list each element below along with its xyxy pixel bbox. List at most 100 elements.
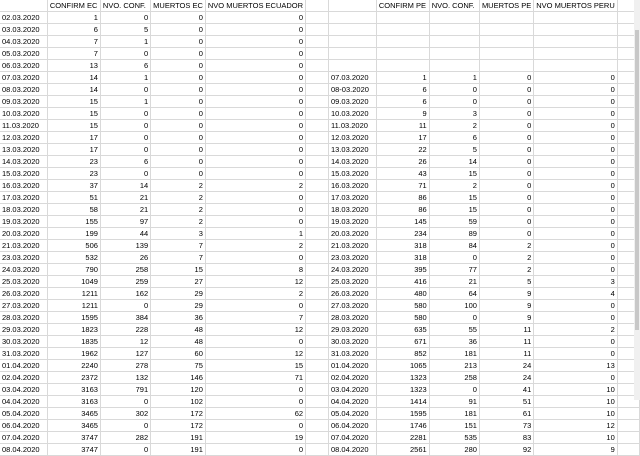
value-cell[interactable]: 15 xyxy=(429,191,480,204)
value-cell[interactable]: 0 xyxy=(100,143,152,156)
empty-cell[interactable] xyxy=(305,143,329,156)
value-cell[interactable]: 0 xyxy=(533,191,618,204)
value-cell[interactable]: 91 xyxy=(429,395,480,408)
value-cell[interactable]: 0 xyxy=(150,95,206,108)
value-cell[interactable]: 17 xyxy=(47,131,101,144)
value-cell[interactable]: 0 xyxy=(479,227,535,240)
value-cell[interactable]: 6 xyxy=(100,59,152,72)
value-cell[interactable]: 1595 xyxy=(47,311,101,324)
value-cell[interactable]: 0 xyxy=(205,143,307,156)
date-cell[interactable]: 01.04.2020 xyxy=(0,359,48,372)
value-cell[interactable]: 139 xyxy=(100,239,152,252)
value-cell[interactable]: 14 xyxy=(100,179,152,192)
value-cell[interactable]: 7 xyxy=(150,239,206,252)
header-cell[interactable]: MUERTOS PE xyxy=(479,0,535,12)
date-cell[interactable] xyxy=(328,59,377,72)
date-cell[interactable]: 24.03.2020 xyxy=(0,263,48,276)
empty-cell[interactable] xyxy=(305,215,329,228)
date-cell[interactable]: 05.03.2020 xyxy=(0,47,48,60)
value-cell[interactable]: 15 xyxy=(47,95,101,108)
date-cell[interactable]: 26.03.2020 xyxy=(328,287,377,300)
value-cell[interactable] xyxy=(533,11,618,24)
value-cell[interactable]: 1 xyxy=(47,11,101,24)
value-cell[interactable]: 9 xyxy=(479,299,535,312)
value-cell[interactable]: 0 xyxy=(429,383,480,396)
value-cell[interactable]: 61 xyxy=(479,407,535,420)
date-cell[interactable]: 19.03.2020 xyxy=(0,215,48,228)
value-cell[interactable]: 0 xyxy=(205,47,307,60)
value-cell[interactable] xyxy=(533,35,618,48)
value-cell[interactable]: 1595 xyxy=(376,407,430,420)
value-cell[interactable]: 92 xyxy=(479,443,535,456)
value-cell[interactable]: 2 xyxy=(150,191,206,204)
value-cell[interactable]: 14 xyxy=(429,155,480,168)
value-cell[interactable]: 15 xyxy=(205,359,307,372)
value-cell[interactable]: 2 xyxy=(150,215,206,228)
value-cell[interactable]: 0 xyxy=(205,131,307,144)
date-cell[interactable]: 21.03.2020 xyxy=(0,239,48,252)
date-cell[interactable]: 28.03.2020 xyxy=(328,311,377,324)
date-cell[interactable]: 07.03.2020 xyxy=(0,71,48,84)
value-cell[interactable]: 181 xyxy=(429,347,480,360)
value-cell[interactable]: 258 xyxy=(100,263,152,276)
value-cell[interactable]: 3465 xyxy=(47,419,101,432)
value-cell[interactable]: 12 xyxy=(100,335,152,348)
value-cell[interactable]: 10 xyxy=(533,395,618,408)
value-cell[interactable]: 318 xyxy=(376,239,430,252)
value-cell[interactable]: 6 xyxy=(376,95,430,108)
value-cell[interactable]: 36 xyxy=(150,311,206,324)
value-cell[interactable] xyxy=(429,11,480,24)
value-cell[interactable]: 0 xyxy=(205,167,307,180)
value-cell[interactable]: 100 xyxy=(429,299,480,312)
value-cell[interactable]: 228 xyxy=(100,323,152,336)
value-cell[interactable]: 0 xyxy=(150,35,206,48)
date-cell[interactable]: 07.04.2020 xyxy=(328,431,377,444)
value-cell[interactable]: 0 xyxy=(205,11,307,24)
value-cell[interactable]: 51 xyxy=(479,395,535,408)
value-cell[interactable]: 0 xyxy=(479,107,535,120)
value-cell[interactable]: 535 xyxy=(429,431,480,444)
value-cell[interactable] xyxy=(429,23,480,36)
value-cell[interactable]: 26 xyxy=(376,155,430,168)
header-cell[interactable]: MUERTOS EC xyxy=(150,0,206,12)
value-cell[interactable]: 259 xyxy=(100,275,152,288)
value-cell[interactable]: 0 xyxy=(100,167,152,180)
value-cell[interactable]: 29 xyxy=(150,287,206,300)
value-cell[interactable]: 0 xyxy=(100,107,152,120)
value-cell[interactable]: 1 xyxy=(429,71,480,84)
value-cell[interactable]: 3 xyxy=(533,275,618,288)
value-cell[interactable]: 62 xyxy=(205,407,307,420)
date-cell[interactable]: 31.03.2020 xyxy=(0,347,48,360)
empty-cell[interactable] xyxy=(305,383,329,396)
value-cell[interactable]: 1 xyxy=(376,71,430,84)
value-cell[interactable]: 0 xyxy=(479,119,535,132)
value-cell[interactable]: 23 xyxy=(47,155,101,168)
value-cell[interactable]: 280 xyxy=(429,443,480,456)
date-cell[interactable]: 06.04.2020 xyxy=(0,419,48,432)
date-cell[interactable]: 09.03.2020 xyxy=(328,95,377,108)
date-cell[interactable] xyxy=(328,23,377,36)
empty-cell[interactable] xyxy=(305,47,329,60)
value-cell[interactable]: 506 xyxy=(47,239,101,252)
value-cell[interactable]: 17 xyxy=(47,143,101,156)
value-cell[interactable]: 318 xyxy=(376,251,430,264)
empty-cell[interactable] xyxy=(305,167,329,180)
date-cell[interactable]: 05.04.2020 xyxy=(0,407,48,420)
empty-cell[interactable] xyxy=(305,95,329,108)
value-cell[interactable]: 0 xyxy=(533,335,618,348)
value-cell[interactable]: 36 xyxy=(429,335,480,348)
value-cell[interactable]: 0 xyxy=(150,131,206,144)
empty-cell[interactable] xyxy=(305,287,329,300)
value-cell[interactable]: 0 xyxy=(205,443,307,456)
value-cell[interactable]: 5 xyxy=(479,275,535,288)
value-cell[interactable]: 4 xyxy=(533,287,618,300)
value-cell[interactable]: 15 xyxy=(47,107,101,120)
value-cell[interactable]: 6 xyxy=(100,155,152,168)
value-cell[interactable]: 2 xyxy=(429,119,480,132)
value-cell[interactable]: 0 xyxy=(100,395,152,408)
value-cell[interactable]: 9 xyxy=(479,287,535,300)
value-cell[interactable]: 0 xyxy=(150,143,206,156)
value-cell[interactable]: 0 xyxy=(533,143,618,156)
empty-cell[interactable] xyxy=(305,227,329,240)
value-cell[interactable]: 0 xyxy=(479,155,535,168)
